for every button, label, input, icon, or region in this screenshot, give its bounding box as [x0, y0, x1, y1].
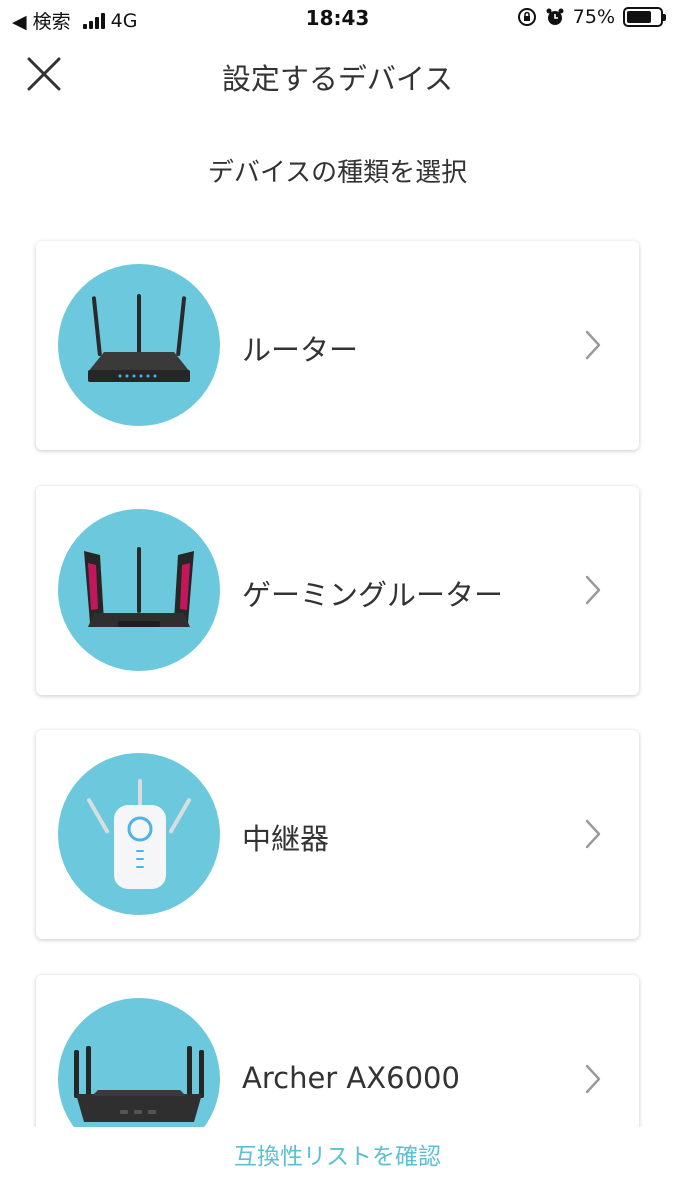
compatibility-list-link[interactable]: 互換性リストを確認: [0, 1137, 675, 1171]
alarm-icon: [546, 8, 564, 25]
device-label: 中継器: [242, 822, 330, 856]
battery-icon: [623, 7, 666, 27]
page-title: 設定するデバイス: [221, 62, 454, 96]
chevron-right-icon: [585, 1064, 601, 1094]
device-type-prompt: デバイスの種類を選択: [207, 158, 468, 188]
status-bar: ◀ 検索 4G 18:43 75%: [0, 0, 675, 38]
gaming-router-icon: [58, 509, 220, 671]
device-label: ゲーミングルーター: [242, 578, 504, 612]
chevron-right-icon: [585, 819, 601, 849]
device-card-range-extender[interactable]: 中継器: [36, 730, 639, 939]
footer: 互換性リストを確認: [0, 1127, 675, 1200]
battery-percent: 75%: [572, 6, 615, 28]
device-label: ルーター: [242, 333, 359, 367]
device-card-gaming-router[interactable]: ゲーミングルーター: [36, 486, 639, 695]
status-right: 75%: [517, 6, 666, 28]
orientation-lock-icon: [517, 8, 536, 26]
device-label: Archer AX6000: [242, 1061, 460, 1095]
battery-level: [627, 11, 651, 23]
range-extender-icon: [58, 753, 220, 915]
router-icon: [58, 264, 220, 426]
device-card-router[interactable]: ルーター: [36, 241, 639, 450]
chevron-right-icon: [585, 575, 601, 605]
screen: ◀ 検索 4G 18:43 75% 設定するデバイス デバイスの種類を選択 ルー…: [0, 0, 675, 1200]
chevron-right-icon: [585, 330, 601, 360]
